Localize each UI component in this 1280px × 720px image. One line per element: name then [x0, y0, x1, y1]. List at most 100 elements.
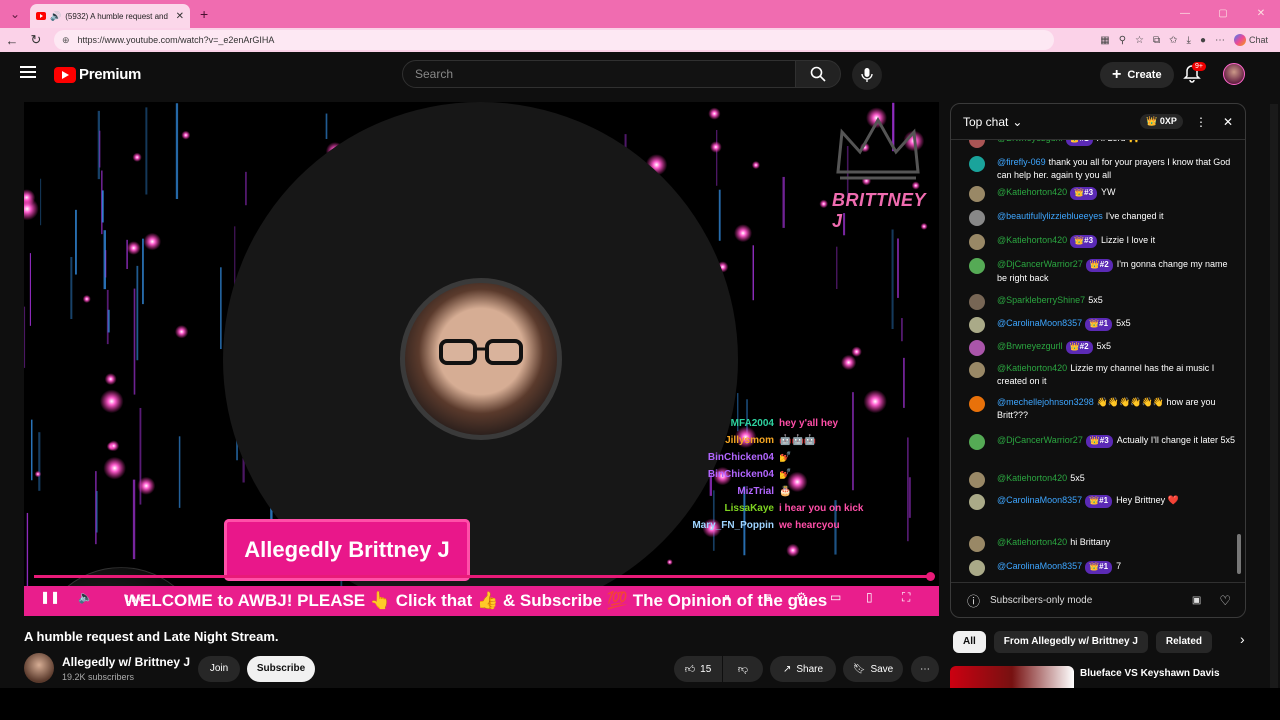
dislike-button[interactable]: 👎︎ — [723, 656, 763, 682]
chat-author-avatar[interactable] — [969, 340, 985, 356]
chat-message[interactable]: @Katiehorton420 5x5 — [969, 472, 1235, 488]
search-button[interactable] — [795, 60, 841, 88]
channel-avatar[interactable] — [24, 653, 54, 683]
downloads-icon[interactable]: ⤓ — [1187, 35, 1191, 46]
chevron-down-icon[interactable]: ⌄ — [1012, 115, 1022, 129]
super-chat-icon[interactable]: ▣ — [1192, 595, 1201, 606]
chat-author-avatar[interactable] — [969, 560, 985, 576]
recommended-video[interactable]: Blueface VS Keyshawn Davis — [950, 666, 1250, 688]
volume-icon[interactable]: 🔈 — [78, 590, 93, 604]
chat-scrollbar[interactable] — [1237, 144, 1241, 574]
heart-icon[interactable]: ♡ — [1219, 593, 1231, 609]
chat-message[interactable]: @Katiehorton420 👑#3 YW — [969, 186, 1235, 202]
refresh-button[interactable]: ↻ — [24, 32, 48, 48]
chat-author-avatar[interactable] — [969, 362, 985, 378]
chat-author-name[interactable]: @Katiehorton420 — [997, 537, 1067, 547]
chat-author-avatar[interactable] — [969, 536, 985, 552]
chat-author-name[interactable]: @Brwneyezgurll — [997, 140, 1063, 143]
chat-author-name[interactable]: @Katiehorton420 — [997, 235, 1067, 245]
chat-author-avatar[interactable] — [969, 494, 985, 510]
page-scrollbar[interactable] — [1270, 104, 1278, 688]
minimize-button[interactable]: — — [1166, 0, 1204, 28]
chat-author-avatar[interactable] — [969, 234, 985, 250]
chat-author-name[interactable]: @mechellejohnson3298 — [997, 397, 1094, 407]
chat-author-avatar[interactable] — [969, 156, 985, 172]
chat-author-name[interactable]: @CarolinaMoon8357 — [997, 318, 1082, 328]
chat-message[interactable]: @firefly-069 thank you all for your praye… — [969, 156, 1235, 181]
chip-from-channel[interactable]: From Allegedly w/ Brittney J — [993, 631, 1148, 653]
subtitles-icon[interactable]: ⧈ — [764, 590, 772, 605]
miniplayer-icon[interactable]: ▭ — [830, 590, 841, 604]
apps-icon[interactable]: ▦ — [1100, 35, 1109, 46]
url-field[interactable]: ⊕ https://www.youtube.com/watch?v=_e2enA… — [54, 30, 1054, 50]
join-button[interactable]: Join — [198, 656, 240, 682]
chat-message[interactable]: @SparkleberryShine7 5x5 — [969, 294, 1235, 310]
channel-name[interactable]: Allegedly w/ Brittney J — [62, 655, 190, 669]
chip-all[interactable]: All — [953, 631, 986, 653]
chat-author-name[interactable]: @SparkleberryShine7 — [997, 295, 1085, 305]
tab-list-button[interactable]: ⌄ — [4, 4, 26, 24]
chat-author-name[interactable]: @CarolinaMoon8357 — [997, 495, 1082, 505]
chat-message[interactable]: @DjCancerWarrior27 👑#2 I'm gonna change my… — [969, 258, 1235, 284]
youtube-logo[interactable]: Premium — [54, 66, 141, 83]
account-avatar[interactable] — [1223, 63, 1245, 85]
recommended-thumbnail[interactable] — [950, 666, 1074, 688]
close-window-button[interactable]: ✕ — [1242, 0, 1280, 28]
chat-author-avatar[interactable] — [969, 210, 985, 226]
chat-author-avatar[interactable] — [969, 294, 985, 310]
chat-author-name[interactable]: @beautifullylizzieblueeyes — [997, 211, 1103, 221]
share-button[interactable]: ↗ Share — [770, 656, 836, 682]
chat-message[interactable]: @CarolinaMoon8357 👑#1 5x5 — [969, 317, 1235, 333]
chat-author-name[interactable]: @Brwneyezgurll — [997, 341, 1063, 351]
chat-author-name[interactable]: @firefly-069 — [997, 157, 1046, 167]
theater-mode-icon[interactable]: ▯ — [866, 590, 873, 604]
chat-author-name[interactable]: @Katiehorton420 — [997, 473, 1067, 483]
xp-badge[interactable]: 👑 0XP — [1140, 114, 1183, 129]
info-icon[interactable]: ⓘ — [967, 591, 980, 610]
save-button[interactable]: 🔖︎ Save — [843, 656, 903, 682]
chat-author-avatar[interactable] — [969, 140, 985, 148]
fullscreen-icon[interactable]: ⛶ — [902, 590, 910, 605]
chat-author-name[interactable]: @Katiehorton420 — [997, 187, 1067, 197]
copilot-chat-button[interactable]: Chat — [1233, 34, 1268, 46]
chat-author-avatar[interactable] — [969, 396, 985, 412]
progress-bar[interactable] — [34, 572, 935, 581]
chat-author-name[interactable]: @DjCancerWarrior27 — [997, 435, 1083, 445]
profile-icon[interactable]: ● — [1200, 35, 1206, 46]
like-button[interactable]: 👍︎ 15 — [674, 656, 722, 682]
maximize-button[interactable]: ▢ — [1204, 0, 1242, 28]
menu-icon[interactable] — [20, 66, 36, 78]
chat-author-name[interactable]: @CarolinaMoon8357 — [997, 561, 1082, 571]
pause-button[interactable]: ❚❚ — [40, 590, 60, 604]
live-badge[interactable]: Live — [126, 594, 144, 605]
chat-message[interactable]: @Katiehorton420 hi Brittany — [969, 536, 1235, 552]
chat-message[interactable]: @DjCancerWarrior27 👑#3 Actually I'll chang… — [969, 434, 1235, 450]
chat-message[interactable]: @Katiehorton420 👑#3 Lizzie I love it — [969, 234, 1235, 250]
chat-author-name[interactable]: @Katiehorton420 — [997, 363, 1067, 373]
browser-tab[interactable]: 🔊 (5932) A humble request and ✕ — [30, 4, 190, 28]
extensions-icon[interactable]: ⧉ — [1153, 35, 1160, 46]
chip-related[interactable]: Related — [1155, 631, 1213, 653]
settings-gear-icon[interactable]: ⚙ — [796, 590, 807, 604]
chat-message[interactable]: @CarolinaMoon8357 👑#1 Hey Brittney ❤️ — [969, 494, 1235, 510]
chat-mode-dropdown[interactable]: Top chat — [963, 115, 1008, 129]
subscribe-button[interactable]: Subscribe — [247, 656, 315, 682]
chips-next-chevron-icon[interactable]: › — [1240, 631, 1245, 653]
chat-author-avatar[interactable] — [969, 434, 985, 450]
create-button[interactable]: + Create — [1100, 62, 1174, 88]
more-actions-button[interactable]: ⋯ — [911, 656, 939, 682]
chat-message[interactable]: @beautifullylizzieblueeyes I've changed i… — [969, 210, 1235, 226]
favorite-star-icon[interactable]: ☆ — [1135, 35, 1144, 46]
chat-message[interactable]: @CarolinaMoon8357 👑#1 7 — [969, 560, 1235, 576]
close-chat-icon[interactable]: ✕ — [1223, 115, 1233, 129]
voice-search-button[interactable] — [852, 60, 882, 90]
chat-message[interactable]: @Brwneyezgurll👑#1 Hi Lord 🙌 — [969, 140, 1235, 148]
chat-author-avatar[interactable] — [969, 472, 985, 488]
chat-author-name[interactable]: @DjCancerWarrior27 — [997, 259, 1083, 269]
chat-more-icon[interactable]: ⋮ — [1195, 115, 1207, 129]
search-input[interactable]: Search — [402, 60, 796, 88]
pause-small-icon[interactable]: ⏸ — [724, 590, 730, 605]
video-player[interactable]: BRITTNEY J MFA2004 hey y'all hey Jillysmom… — [24, 102, 939, 616]
zoom-icon[interactable]: ⚲ — [1119, 35, 1126, 46]
chat-message[interactable]: @Katiehorton420 Lizzie my channel has the… — [969, 362, 1235, 387]
